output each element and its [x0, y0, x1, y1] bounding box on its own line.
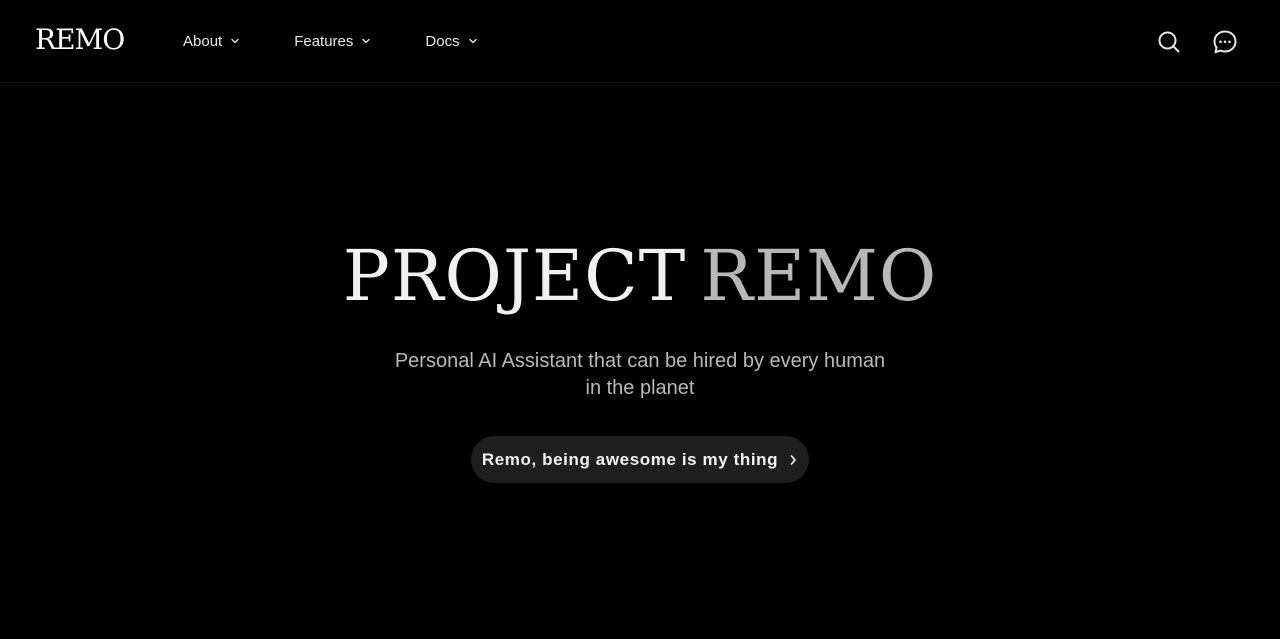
nav-item-about[interactable]: About [183, 27, 240, 55]
main-nav: About Features Docs [183, 27, 478, 55]
cta-button-label: Remo, being awesome is my thing [481, 449, 779, 469]
chat-button[interactable] [1212, 29, 1238, 55]
hero-subtitle: Personal AI Assistant that can be hired … [394, 350, 886, 399]
chevron-down-icon [468, 38, 477, 44]
search-icon [1158, 31, 1180, 53]
page: REMO About Features Docs PROJECT REMO Pe… [0, 0, 1280, 639]
hero-title-project: PROJECT [342, 235, 687, 317]
nav-item-label: Docs [425, 32, 460, 50]
site-header: REMO About Features Docs [0, 0, 1280, 83]
hero-title: PROJECT REMO [0, 228, 1280, 324]
header-actions [1156, 29, 1238, 55]
chevron-down-icon [362, 38, 371, 44]
chat-icon [1213, 30, 1237, 54]
chevron-right-icon [790, 454, 797, 465]
nav-item-docs[interactable]: Docs [425, 27, 477, 55]
hero-title-remo: REMO [700, 235, 938, 317]
cta-button[interactable]: Remo, being awesome is my thing [471, 436, 809, 483]
chevron-down-icon [231, 38, 239, 44]
nav-item-features[interactable]: Features [294, 27, 371, 55]
search-button[interactable] [1156, 29, 1182, 55]
nav-item-label: About [183, 32, 223, 50]
remo-logo[interactable]: REMO [35, 22, 125, 58]
nav-item-label: Features [294, 32, 354, 50]
